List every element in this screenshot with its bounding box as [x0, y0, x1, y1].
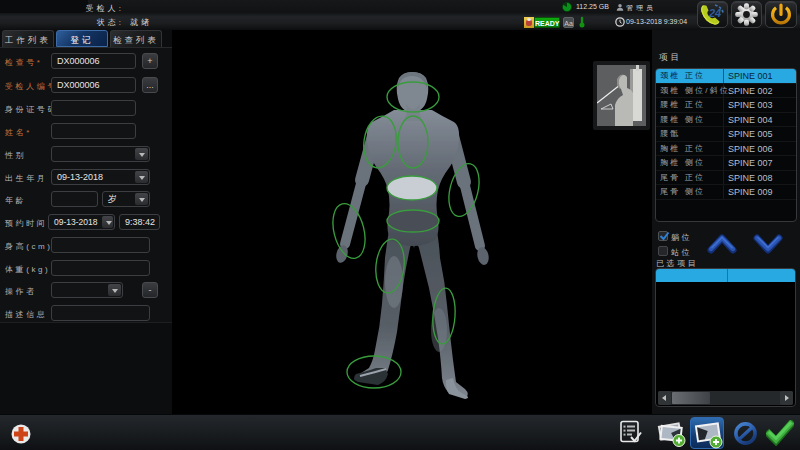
- svg-text:24: 24: [708, 7, 721, 19]
